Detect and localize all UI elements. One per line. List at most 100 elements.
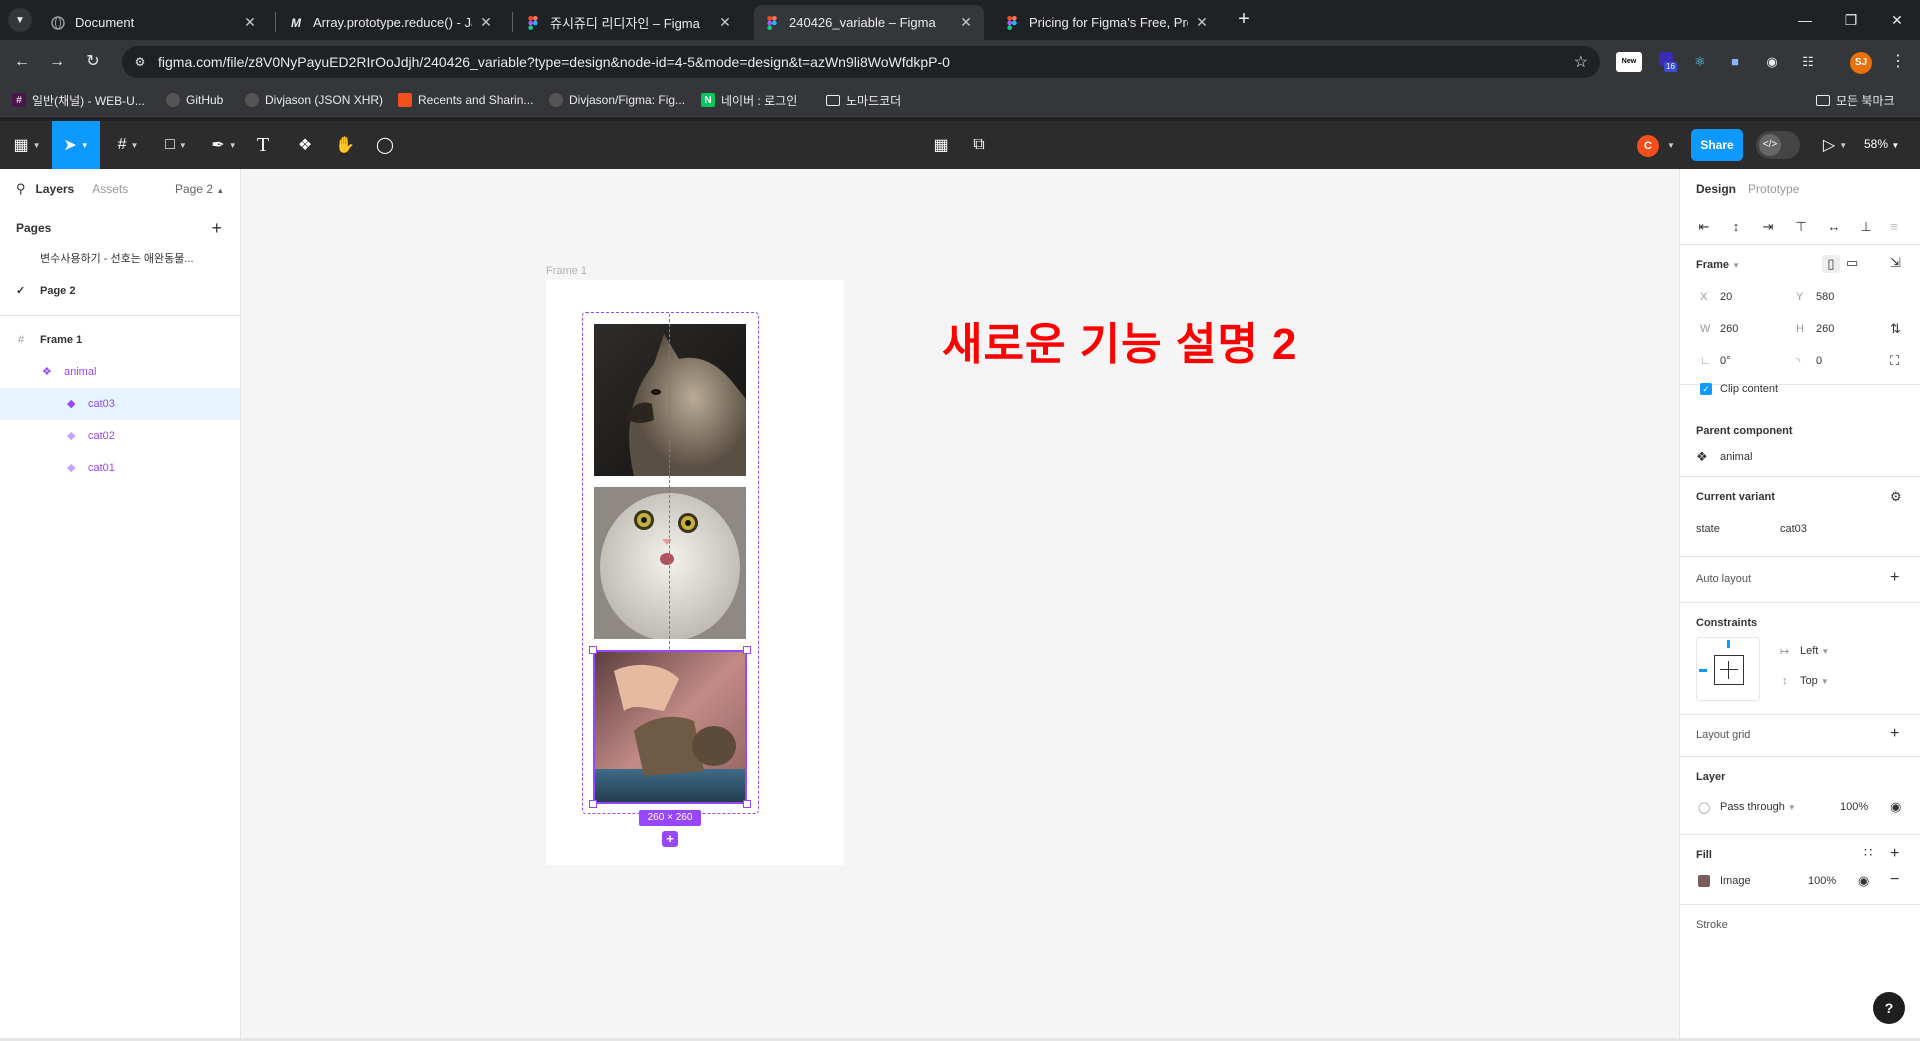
extension-new-icon[interactable]: New bbox=[1616, 52, 1642, 72]
tab-design[interactable]: Design bbox=[1696, 182, 1736, 196]
bookmark-item[interactable]: Divjason (JSON XHR) bbox=[245, 90, 383, 110]
close-tab-icon[interactable]: ✕ bbox=[958, 14, 974, 31]
fill-image-swatch[interactable] bbox=[1698, 875, 1710, 887]
eye-icon[interactable]: ◉ bbox=[1858, 873, 1869, 889]
resize-handle[interactable] bbox=[743, 646, 751, 654]
add-page-icon[interactable]: + bbox=[211, 213, 222, 243]
browser-tab-document[interactable]: Document ✕ bbox=[40, 5, 268, 40]
parent-component-link[interactable]: animal bbox=[1720, 451, 1752, 463]
chrome-menu-icon[interactable]: ⋮ bbox=[1886, 50, 1910, 74]
layer-opacity-input[interactable]: 100% bbox=[1840, 801, 1868, 813]
fill-styles-icon[interactable]: ∷ bbox=[1864, 845, 1872, 861]
browser-tab-figma-pricing[interactable]: Pricing for Figma's Free, Profe ✕ bbox=[994, 5, 1220, 40]
add-fill-icon[interactable]: + bbox=[1890, 845, 1899, 863]
dev-mode-toggle[interactable]: </> bbox=[1756, 131, 1800, 159]
radius-input[interactable]: 0 bbox=[1816, 355, 1822, 367]
fill-opacity-input[interactable]: 100% bbox=[1808, 875, 1836, 887]
rotation-input[interactable]: 0° bbox=[1720, 355, 1731, 367]
browser-tab-figma-redesign[interactable]: 쥬시쥬디 리디자인 – Figma ✕ bbox=[515, 5, 743, 40]
detach-instance-button[interactable]: ⧉ bbox=[966, 121, 992, 169]
main-menu-button[interactable]: ▦ ▼ bbox=[10, 121, 44, 169]
constraints-widget[interactable] bbox=[1696, 637, 1760, 701]
layer-animal[interactable]: ❖ animal bbox=[0, 356, 240, 388]
bookmark-item[interactable]: N 네이버 : 로그인 bbox=[701, 90, 797, 110]
react-devtools-icon[interactable]: ⚛ bbox=[1690, 52, 1710, 72]
x-input[interactable]: 20 bbox=[1720, 291, 1732, 303]
align-right-icon[interactable]: ⇥ bbox=[1760, 219, 1776, 235]
design-canvas[interactable]: Frame 1 260 × 260 + 새로운 기능 설명 2 bbox=[241, 169, 1679, 1041]
resize-handle[interactable] bbox=[589, 646, 597, 654]
new-tab-button[interactable]: + bbox=[1232, 8, 1256, 32]
add-auto-layout-icon[interactable]: + bbox=[1890, 569, 1899, 587]
frame-tool-button[interactable]: # ▼ bbox=[110, 121, 146, 169]
selection-box[interactable] bbox=[593, 650, 747, 804]
close-tab-icon[interactable]: ✕ bbox=[242, 14, 258, 31]
tab-prototype[interactable]: Prototype bbox=[1748, 182, 1799, 196]
tab-search-button[interactable]: ▼ bbox=[8, 8, 32, 32]
align-bottom-icon[interactable]: ⊥ bbox=[1858, 219, 1874, 235]
bookmark-item[interactable]: # 일반(채널) - WEB-U... bbox=[12, 90, 145, 110]
browser-tab-mdn[interactable]: M Array.prototype.reduce() - Java ✕ bbox=[278, 5, 504, 40]
constrain-proportions-icon[interactable]: ⇅ bbox=[1890, 321, 1901, 337]
address-bar[interactable]: ⚙ figma.com/file/z8V0NyPayuED2RIrOoJdjh/… bbox=[122, 46, 1600, 78]
align-top-icon[interactable]: ⊤ bbox=[1793, 219, 1809, 235]
resources-tool-button[interactable]: ❖ bbox=[292, 121, 318, 169]
align-center-v-icon[interactable]: ↔ bbox=[1826, 219, 1842, 235]
docs-extension-icon[interactable]: ■ bbox=[1725, 52, 1745, 72]
search-icon[interactable]: ⚲ bbox=[16, 181, 26, 197]
frame-label[interactable]: Frame 1 bbox=[546, 265, 587, 277]
cat01-image[interactable] bbox=[594, 324, 746, 476]
resize-handle[interactable] bbox=[589, 800, 597, 808]
y-input[interactable]: 580 bbox=[1816, 291, 1834, 303]
horizontal-constraint-dropdown[interactable]: Left ▼ bbox=[1800, 645, 1829, 657]
url-text[interactable]: figma.com/file/z8V0NyPayuED2RIrOoJdjh/24… bbox=[158, 54, 950, 70]
forward-icon[interactable]: → bbox=[45, 50, 69, 74]
height-input[interactable]: 260 bbox=[1816, 323, 1834, 335]
close-tab-icon[interactable]: ✕ bbox=[717, 14, 733, 31]
site-info-icon[interactable]: ⚙ bbox=[132, 54, 148, 70]
cat02-image[interactable] bbox=[594, 487, 746, 639]
frame-dropdown[interactable]: Frame ▼ bbox=[1696, 259, 1740, 271]
width-input[interactable]: 260 bbox=[1720, 323, 1738, 335]
clip-content-checkbox[interactable]: ✓ bbox=[1700, 383, 1712, 395]
portrait-icon[interactable]: ▯ bbox=[1822, 255, 1840, 273]
component-properties-button[interactable]: ▦ bbox=[928, 121, 954, 169]
present-button[interactable]: ▷ ▼ bbox=[1818, 121, 1852, 169]
collaborators-dropdown[interactable]: ▼ bbox=[1662, 121, 1676, 169]
bookmark-star-icon[interactable]: ☆ bbox=[1574, 52, 1588, 72]
bookmark-item[interactable]: Divjason/Figma: Fig... bbox=[549, 90, 685, 110]
page-item[interactable]: 변수사용하기 - 선호는 애완동물... bbox=[0, 243, 240, 275]
align-center-h-icon[interactable]: ↕ bbox=[1728, 219, 1744, 235]
bookmark-folder[interactable]: 노마드코더 bbox=[826, 90, 901, 110]
vertical-constraint-dropdown[interactable]: Top ▼ bbox=[1800, 675, 1829, 687]
remove-fill-icon[interactable]: − bbox=[1890, 871, 1899, 889]
browser-tab-figma-variable[interactable]: 240426_variable – Figma ✕ bbox=[754, 5, 984, 40]
add-layout-grid-icon[interactable]: + bbox=[1890, 725, 1899, 743]
help-button[interactable]: ? bbox=[1873, 992, 1905, 1024]
layer-cat01[interactable]: ◆ cat01 bbox=[0, 452, 240, 484]
back-icon[interactable]: ← bbox=[10, 50, 34, 74]
zoom-level[interactable]: 58% ▼ bbox=[1864, 137, 1899, 151]
resize-to-fit-icon[interactable]: ⇲ bbox=[1890, 255, 1901, 271]
layer-cat02[interactable]: ◆ cat02 bbox=[0, 420, 240, 452]
bookmark-item[interactable]: Recents and Sharin... bbox=[398, 90, 533, 110]
page-selector[interactable]: Page 2 ▲ bbox=[175, 182, 224, 196]
tab-layers[interactable]: Layers bbox=[36, 182, 75, 196]
move-tool-button[interactable]: ➤ ▼ bbox=[52, 121, 100, 169]
canvas-heading-text[interactable]: 새로운 기능 설명 2 bbox=[942, 308, 1298, 372]
landscape-icon[interactable]: ▭ bbox=[1846, 255, 1858, 271]
add-variant-button[interactable]: + bbox=[662, 831, 678, 847]
close-tab-icon[interactable]: ✕ bbox=[478, 14, 494, 31]
reload-icon[interactable]: ↻ bbox=[81, 50, 105, 74]
pen-tool-button[interactable]: ✒ ▼ bbox=[206, 121, 242, 169]
tab-assets[interactable]: Assets bbox=[92, 182, 128, 196]
distribute-icon[interactable]: ≡ bbox=[1886, 219, 1902, 235]
align-left-icon[interactable]: ⇤ bbox=[1696, 219, 1712, 235]
blend-mode-dropdown[interactable]: Pass through ▼ bbox=[1720, 801, 1796, 813]
page-item-active[interactable]: ✓ Page 2 bbox=[0, 275, 240, 307]
share-button[interactable]: Share bbox=[1691, 129, 1743, 161]
close-window-icon[interactable]: ✕ bbox=[1874, 0, 1920, 40]
close-tab-icon[interactable]: ✕ bbox=[1194, 14, 1210, 31]
bookmark-item[interactable]: GitHub bbox=[166, 90, 223, 110]
extensions-puzzle-icon[interactable]: ☷ bbox=[1798, 52, 1818, 72]
